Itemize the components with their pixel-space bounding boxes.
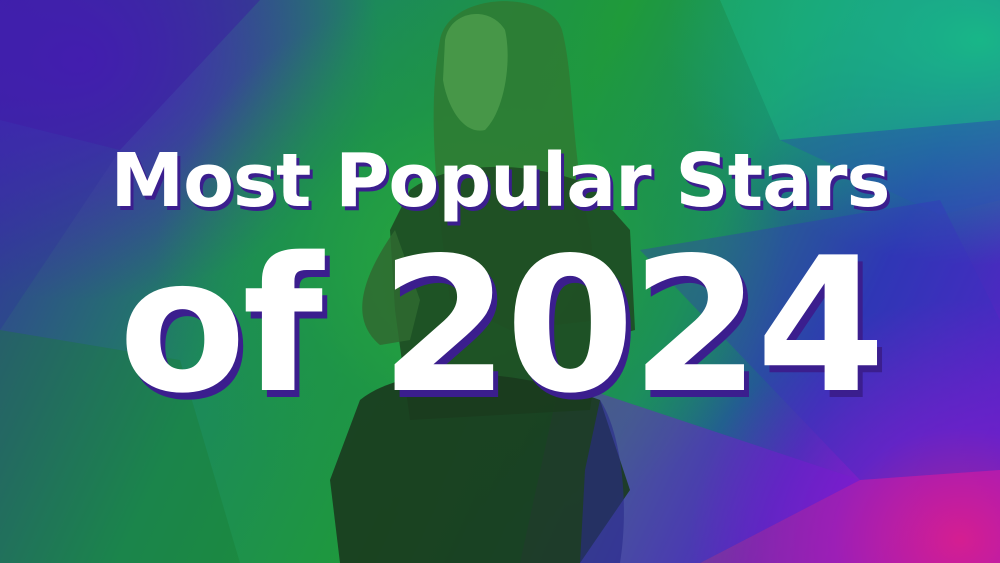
title-line-1: Most Popular Stars <box>110 138 890 224</box>
title-line-2: of 2024 <box>118 217 885 434</box>
hero-banner: Most Popular Stars of 2024 <box>0 0 1000 563</box>
